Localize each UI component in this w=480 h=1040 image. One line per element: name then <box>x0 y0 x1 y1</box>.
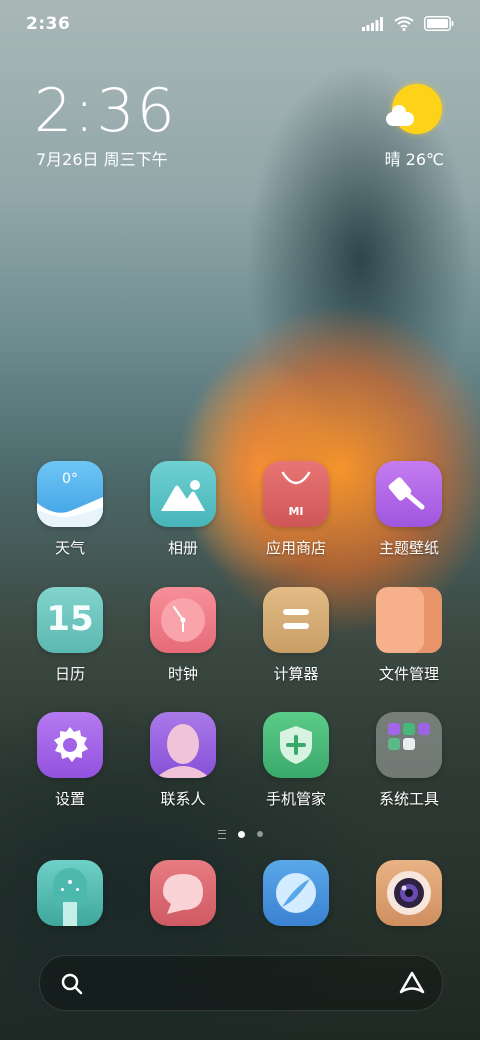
app-clock[interactable]: 时钟 <box>133 587 233 684</box>
page-indicator[interactable] <box>0 826 480 842</box>
paintbrush-icon <box>376 461 442 527</box>
app-file-manager[interactable]: 文件管理 <box>359 587 459 684</box>
settings-gear-icon <box>37 712 103 778</box>
app-label: 应用商店 <box>265 539 326 557</box>
signal-icon <box>362 16 383 31</box>
gallery-app-icon <box>150 461 216 527</box>
cloud-icon <box>386 105 414 126</box>
app-label: 日历 <box>54 665 85 683</box>
app-security[interactable]: 手机管家 <box>246 712 346 809</box>
browser-compass-icon <box>263 860 329 926</box>
folder-icon <box>376 587 442 653</box>
folder-system-tools[interactable]: 系统工具 <box>359 712 459 809</box>
message-bubble-icon <box>150 860 216 926</box>
app-label: 主题壁纸 <box>378 539 439 557</box>
app-gallery[interactable]: 相册 <box>133 461 233 558</box>
clock-app-icon <box>150 587 216 653</box>
app-label: 联系人 <box>160 790 206 808</box>
app-label: 计算器 <box>273 665 319 683</box>
app-label: 时钟 <box>167 665 198 683</box>
app-calculator[interactable]: 计算器 <box>246 587 346 684</box>
camera-lens-icon <box>376 860 442 926</box>
shield-icon <box>263 712 329 778</box>
app-weather[interactable]: 0° 天气 <box>20 461 120 558</box>
dock-camera[interactable] <box>359 860 459 926</box>
app-label: 系统工具 <box>378 790 439 808</box>
wifi-icon <box>394 16 414 31</box>
app-label: 天气 <box>54 539 85 557</box>
app-label: 设置 <box>54 790 85 808</box>
app-contacts[interactable]: 联系人 <box>133 712 233 809</box>
calendar-app-icon: 15 <box>37 587 103 653</box>
app-label: 文件管理 <box>378 665 439 683</box>
dock-messages[interactable] <box>133 860 233 926</box>
minus-one-screen-icon[interactable] <box>217 829 226 839</box>
dock-browser[interactable] <box>246 860 346 926</box>
weather-summary: 晴 26℃ <box>384 150 444 169</box>
app-settings[interactable]: 设置 <box>20 712 120 809</box>
clock-widget-time[interactable]: 2:36 <box>34 76 177 146</box>
weather-widget[interactable]: 晴 26℃ <box>344 84 444 174</box>
clock-widget-date: 7月26日 周三下午 <box>36 150 168 169</box>
contact-person-icon <box>150 712 216 778</box>
assistant-icon[interactable] <box>398 970 426 996</box>
dock-phone[interactable] <box>20 860 120 926</box>
app-label: 相册 <box>167 539 198 557</box>
weather-app-icon-temp: 0° <box>62 471 78 487</box>
app-calendar[interactable]: 15 日历 <box>20 587 120 684</box>
page-dot[interactable] <box>256 831 263 837</box>
search-icon[interactable] <box>60 972 84 996</box>
status-bar: 2:36 <box>0 0 480 50</box>
app-store-icon: MI <box>263 461 329 527</box>
app-label: 手机管家 <box>265 790 326 808</box>
status-icons <box>362 16 454 31</box>
app-store-icon-mark: MI <box>288 505 304 518</box>
phone-icon <box>37 860 103 926</box>
app-themes[interactable]: 主题壁纸 <box>359 461 459 558</box>
search-bar[interactable] <box>39 955 443 1011</box>
calculator-app-icon <box>263 587 329 653</box>
calendar-icon-date: 15 <box>46 599 94 639</box>
weather-app-icon: 0° <box>37 461 103 527</box>
folder-icon <box>376 712 442 778</box>
status-time: 2:36 <box>26 14 71 34</box>
battery-icon <box>424 16 454 31</box>
app-store[interactable]: MI 应用商店 <box>246 461 346 558</box>
page-dot-active[interactable] <box>237 830 245 838</box>
